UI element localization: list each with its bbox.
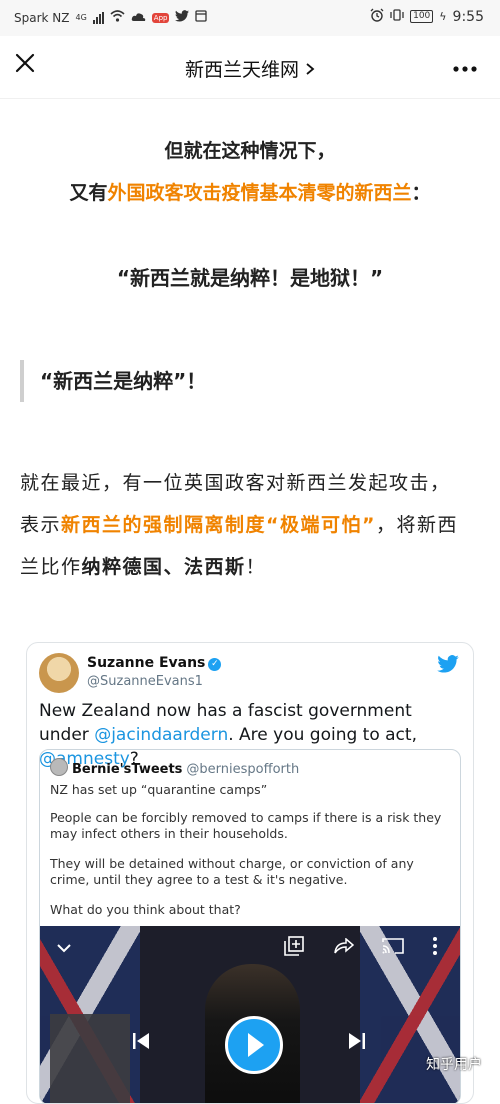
quoted-paragraph-3: They will be detained without charge, or… xyxy=(50,856,414,887)
more-vertical-icon[interactable] xyxy=(432,936,438,960)
status-bar: Spark NZ 4G App 100 ϟ 9:55 xyxy=(0,0,500,36)
paragraph-line-2-a: 表示 xyxy=(20,514,62,536)
embedded-tweet[interactable]: Suzanne Evans ✓ @SuzanneEvans1 New Zealan… xyxy=(26,642,474,1104)
clock: 9:55 xyxy=(452,8,484,25)
carrier-label: Spark NZ xyxy=(14,10,70,25)
cast-icon[interactable] xyxy=(382,938,404,958)
quoted-paragraph-4: What do you think about that? xyxy=(50,902,241,917)
article-line-2-prefix: 又有 xyxy=(69,182,108,204)
wifi-icon xyxy=(110,10,125,25)
quoted-paragraph-2: People can be forcibly removed to camps … xyxy=(50,810,442,841)
article-line-2-suffix: ： xyxy=(411,182,431,204)
article-line-1: 但就在这种情况下， xyxy=(164,140,336,162)
alarm-icon xyxy=(370,8,384,25)
watermark: 知乎用户 xyxy=(426,1057,482,1073)
paragraph-line-3-a: 兰比作 xyxy=(20,556,82,578)
flag-background-right xyxy=(360,926,460,1103)
paragraph-line-2: 表示新西兰的强制隔离制度“极端可怕”，将新西 xyxy=(20,508,480,543)
charging-icon: ϟ xyxy=(439,10,447,23)
paragraph-line-2-c: ，将新西 xyxy=(376,514,459,536)
mention-link-jacindaardern[interactable]: @jacindaardern xyxy=(94,725,228,745)
quoted-author-handle: @berniespofforth xyxy=(186,762,300,777)
paragraph-bold: 纳粹德国、法西斯 xyxy=(81,556,246,578)
network-type: 4G xyxy=(75,13,87,22)
article-line-2-highlight: 外国政客攻击疫情基本清零的新西兰 xyxy=(107,182,412,204)
chevron-right-icon xyxy=(305,59,315,81)
video-player[interactable] xyxy=(40,926,460,1103)
browser-notification-icon xyxy=(195,10,208,25)
add-to-queue-icon[interactable] xyxy=(284,936,304,960)
collapse-chevron-icon[interactable] xyxy=(56,938,72,957)
paragraph-line-1: 就在最近，有一位英国政客对新西兰发起攻击， xyxy=(20,472,451,494)
vibrate-icon xyxy=(390,9,404,24)
paragraph-line-3-c: ！ xyxy=(245,556,267,578)
tweet-author-handle[interactable]: @SuzanneEvans1 xyxy=(87,674,203,689)
signal-icon xyxy=(92,11,104,24)
play-button[interactable] xyxy=(225,1016,283,1074)
avatar[interactable] xyxy=(39,653,79,693)
more-options-icon[interactable] xyxy=(452,54,478,78)
quoted-avatar xyxy=(50,758,68,776)
tweet-text-part-2: . Are you going to act, xyxy=(228,725,417,745)
account-title-link[interactable]: 新西兰天维网 xyxy=(0,55,500,82)
quoted-author-name: Bernie'sTweets xyxy=(72,762,183,777)
section-quote: “新西兰是纳粹”！ xyxy=(20,360,206,402)
skip-next-icon[interactable] xyxy=(348,1032,366,1054)
twitter-bird-icon[interactable] xyxy=(437,655,459,677)
video-sign-interpreter xyxy=(50,1014,130,1103)
tweet-author-name[interactable]: Suzanne Evans ✓ xyxy=(87,655,222,671)
quoted-paragraph-1: NZ has set up “quarantine camps” xyxy=(50,782,268,797)
cloud-icon xyxy=(131,11,146,25)
headline-quote: “新西兰就是纳粹！是地狱！” xyxy=(116,266,384,290)
quoted-tweet-header: Bernie'sTweets @berniespofforth xyxy=(50,758,299,777)
article-line-2: 又有外国政客攻击疫情基本清零的新西兰： xyxy=(0,178,500,205)
quoted-tweet[interactable]: Bernie'sTweets @berniespofforth NZ has se… xyxy=(39,749,461,1103)
twitter-notification-icon xyxy=(175,10,190,25)
page-title: 新西兰天维网 xyxy=(184,59,299,81)
skip-previous-icon[interactable] xyxy=(132,1032,150,1054)
app-notification-icon: App xyxy=(151,12,170,23)
paragraph-highlight: 新西兰的强制隔离制度“极端可怕” xyxy=(61,514,376,536)
tweet-author-name-text: Suzanne Evans xyxy=(87,655,206,671)
verified-badge-icon: ✓ xyxy=(208,658,222,671)
battery-indicator: 100 xyxy=(410,10,434,23)
share-icon[interactable] xyxy=(334,937,355,958)
paragraph-line-3: 兰比作纳粹德国、法西斯！ xyxy=(20,550,480,585)
top-navigation-bar: 新西兰天维网 xyxy=(0,36,500,99)
